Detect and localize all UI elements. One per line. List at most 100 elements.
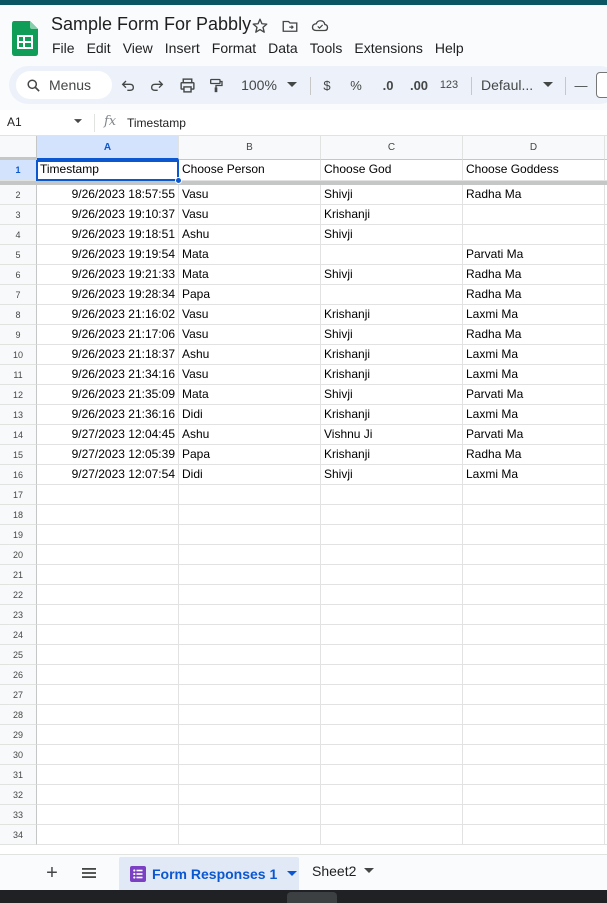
- row-header-33[interactable]: 33: [0, 805, 37, 825]
- tab-dropdown-icon[interactable]: [364, 868, 375, 874]
- cell-b30[interactable]: [179, 745, 321, 765]
- cell-a34[interactable]: [37, 825, 179, 845]
- column-header-a[interactable]: A: [37, 136, 179, 160]
- cell-c12[interactable]: Shivji: [321, 385, 463, 405]
- cell-a4[interactable]: 9/26/2023 19:18:51: [37, 225, 179, 245]
- cell-a17[interactable]: [37, 485, 179, 505]
- row-header-6[interactable]: 6: [0, 265, 37, 285]
- undo-icon[interactable]: [119, 75, 137, 95]
- cell-c34[interactable]: [321, 825, 463, 845]
- cell-b18[interactable]: [179, 505, 321, 525]
- cell-d26[interactable]: [463, 665, 605, 685]
- font-dropdown-icon[interactable]: [542, 75, 554, 95]
- print-icon[interactable]: [177, 75, 197, 95]
- cell-d29[interactable]: [463, 725, 605, 745]
- row-header-10[interactable]: 10: [0, 345, 37, 365]
- tab-dropdown-icon[interactable]: [287, 871, 298, 877]
- cell-d32[interactable]: [463, 785, 605, 805]
- cell-d33[interactable]: [463, 805, 605, 825]
- cell-c3[interactable]: Krishanji: [321, 205, 463, 225]
- sheet-tab-form-responses-1[interactable]: Form Responses 1: [119, 857, 299, 891]
- star-icon[interactable]: [250, 16, 270, 36]
- row-header-24[interactable]: 24: [0, 625, 37, 645]
- cell-b25[interactable]: [179, 645, 321, 665]
- row-header-18[interactable]: 18: [0, 505, 37, 525]
- cell-a9[interactable]: 9/26/2023 21:17:06: [37, 325, 179, 345]
- cell-c25[interactable]: [321, 645, 463, 665]
- cell-a15[interactable]: 9/27/2023 12:05:39: [37, 445, 179, 465]
- cell-c22[interactable]: [321, 585, 463, 605]
- cell-a32[interactable]: [37, 785, 179, 805]
- cell-b17[interactable]: [179, 485, 321, 505]
- cell-b8[interactable]: Vasu: [179, 305, 321, 325]
- cell-d23[interactable]: [463, 605, 605, 625]
- sheets-logo-icon[interactable]: [12, 21, 38, 56]
- cell-a31[interactable]: [37, 765, 179, 785]
- cell-a16[interactable]: 9/27/2023 12:07:54: [37, 465, 179, 485]
- move-to-folder-icon[interactable]: [280, 16, 300, 36]
- row-header-5[interactable]: 5: [0, 245, 37, 265]
- cell-b32[interactable]: [179, 785, 321, 805]
- cell-d9[interactable]: Radha Ma: [463, 325, 605, 345]
- cell-d34[interactable]: [463, 825, 605, 845]
- number-format-button[interactable]: 123: [438, 75, 460, 95]
- cell-a6[interactable]: 9/26/2023 19:21:33: [37, 265, 179, 285]
- cell-a33[interactable]: [37, 805, 179, 825]
- cell-b3[interactable]: Vasu: [179, 205, 321, 225]
- row-header-12[interactable]: 12: [0, 385, 37, 405]
- all-sheets-button[interactable]: [78, 863, 100, 883]
- fill-handle[interactable]: [175, 177, 182, 184]
- font-size-decrease-button[interactable]: —: [574, 75, 588, 95]
- row-header-14[interactable]: 14: [0, 425, 37, 445]
- menu-format[interactable]: Format: [206, 40, 262, 56]
- cell-b15[interactable]: Papa: [179, 445, 321, 465]
- zoom-select[interactable]: 100%: [240, 75, 278, 95]
- cell-b23[interactable]: [179, 605, 321, 625]
- cell-b27[interactable]: [179, 685, 321, 705]
- cell-a3[interactable]: 9/26/2023 19:10:37: [37, 205, 179, 225]
- cell-b19[interactable]: [179, 525, 321, 545]
- cell-b4[interactable]: Ashu: [179, 225, 321, 245]
- cell-d27[interactable]: [463, 685, 605, 705]
- cell-a25[interactable]: [37, 645, 179, 665]
- cell-a28[interactable]: [37, 705, 179, 725]
- cell-a20[interactable]: [37, 545, 179, 565]
- row-header-8[interactable]: 8: [0, 305, 37, 325]
- cell-b26[interactable]: [179, 665, 321, 685]
- cell-c7[interactable]: [321, 285, 463, 305]
- row-header-9[interactable]: 9: [0, 325, 37, 345]
- select-all-corner[interactable]: [0, 136, 37, 160]
- cell-b1[interactable]: Choose Person: [179, 160, 321, 181]
- spreadsheet-grid[interactable]: A B C D 1 Timestamp Choose Person Choose Go…: [0, 136, 607, 854]
- row-header-29[interactable]: 29: [0, 725, 37, 745]
- row-header-32[interactable]: 32: [0, 785, 37, 805]
- row-header-13[interactable]: 13: [0, 405, 37, 425]
- cell-a18[interactable]: [37, 505, 179, 525]
- cell-d8[interactable]: Laxmi Ma: [463, 305, 605, 325]
- decrease-decimal-button[interactable]: .0: [377, 75, 399, 95]
- menu-view[interactable]: View: [117, 40, 159, 56]
- cell-b16[interactable]: Didi: [179, 465, 321, 485]
- cell-c14[interactable]: Vishnu Ji: [321, 425, 463, 445]
- cell-c20[interactable]: [321, 545, 463, 565]
- cell-d6[interactable]: Radha Ma: [463, 265, 605, 285]
- cell-c29[interactable]: [321, 725, 463, 745]
- cell-c13[interactable]: Krishanji: [321, 405, 463, 425]
- menu-file[interactable]: File: [46, 40, 81, 56]
- cell-a5[interactable]: 9/26/2023 19:19:54: [37, 245, 179, 265]
- cell-b10[interactable]: Ashu: [179, 345, 321, 365]
- cell-a13[interactable]: 9/26/2023 21:36:16: [37, 405, 179, 425]
- cell-b31[interactable]: [179, 765, 321, 785]
- cell-a8[interactable]: 9/26/2023 21:16:02: [37, 305, 179, 325]
- cell-c32[interactable]: [321, 785, 463, 805]
- redo-icon[interactable]: [148, 75, 166, 95]
- cell-d1[interactable]: Choose Goddess: [463, 160, 605, 181]
- cell-a23[interactable]: [37, 605, 179, 625]
- cell-d18[interactable]: [463, 505, 605, 525]
- cell-d24[interactable]: [463, 625, 605, 645]
- row-header-17[interactable]: 17: [0, 485, 37, 505]
- menu-edit[interactable]: Edit: [81, 40, 117, 56]
- cell-d10[interactable]: Laxmi Ma: [463, 345, 605, 365]
- column-header-b[interactable]: B: [179, 136, 321, 160]
- cell-c5[interactable]: [321, 245, 463, 265]
